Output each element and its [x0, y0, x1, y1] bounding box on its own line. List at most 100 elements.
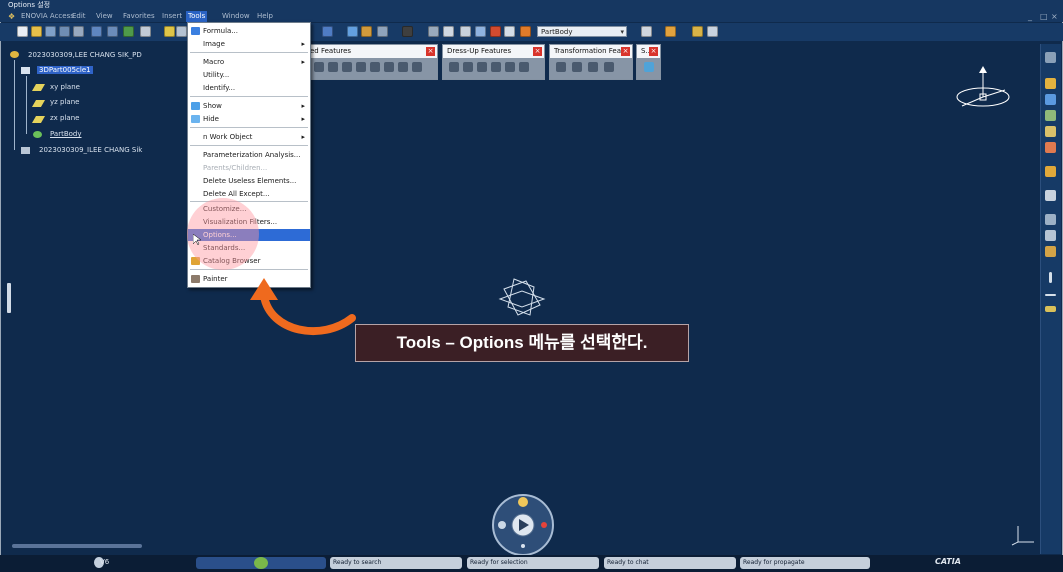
pattern-icon[interactable] [588, 62, 598, 72]
close-icon[interactable]: × [533, 47, 542, 56]
open-icon[interactable] [31, 26, 42, 37]
rib-icon[interactable] [384, 62, 394, 72]
menu-item-macro[interactable]: Macro ▸ [188, 56, 310, 68]
menu-edit[interactable]: Edit [72, 11, 86, 22]
menu-help[interactable]: Help [257, 11, 273, 22]
slot-icon[interactable] [398, 62, 408, 72]
line-tool-icon[interactable] [1045, 142, 1056, 153]
status-search[interactable]: Ready to search [330, 557, 462, 569]
menu-item-utility[interactable]: Utility... [188, 69, 310, 81]
menu-item-work-object[interactable]: n Work Object ▸ [188, 131, 310, 143]
hide-show-icon[interactable] [377, 26, 388, 37]
copy-icon[interactable] [73, 26, 84, 37]
positioned-sketch-icon[interactable] [1045, 94, 1056, 105]
fit-all-icon[interactable] [164, 26, 175, 37]
minimize-icon[interactable]: _ [1028, 12, 1032, 21]
shaft-icon[interactable] [342, 62, 352, 72]
normal-view-icon[interactable] [322, 26, 333, 37]
new-icon[interactable] [17, 26, 28, 37]
shell-icon[interactable] [491, 62, 501, 72]
views-icon[interactable] [347, 26, 358, 37]
plane-icon[interactable] [1045, 306, 1056, 312]
save-icon[interactable] [45, 26, 56, 37]
tree-icon[interactable] [475, 26, 486, 37]
groove-icon[interactable] [356, 62, 366, 72]
point-tool-icon[interactable] [1045, 126, 1056, 137]
analysis-icon[interactable] [1045, 246, 1056, 257]
menu-item-hide[interactable]: Hide ▸ [188, 113, 310, 125]
knowledge-icon[interactable] [665, 26, 676, 37]
close-icon[interactable]: × [621, 47, 630, 56]
split-icon[interactable] [644, 62, 654, 72]
tree-collapse-handle[interactable] [7, 283, 11, 313]
mirror-icon[interactable] [572, 62, 582, 72]
undo-icon[interactable] [91, 26, 102, 37]
cut-icon[interactable] [59, 26, 70, 37]
redo-icon[interactable] [107, 26, 118, 37]
navigation-wheel-icon[interactable] [490, 492, 556, 558]
menu-item-formula[interactable]: Formula... [188, 25, 310, 37]
instantiate-icon[interactable] [520, 26, 531, 37]
menu-enovia[interactable]: ENOVIA Access [21, 11, 74, 22]
thread-icon[interactable] [519, 62, 529, 72]
catia-menu-icon[interactable]: ❖ [8, 11, 15, 22]
measure-icon[interactable] [443, 26, 454, 37]
close-icon[interactable]: × [426, 47, 435, 56]
scaling-icon[interactable] [604, 62, 614, 72]
menu-item-identify[interactable]: Identify... [188, 82, 310, 94]
define-object-icon[interactable] [490, 26, 501, 37]
restore-icon[interactable]: □ [1040, 12, 1048, 21]
body-selector[interactable]: PartBody ▾ [537, 26, 627, 37]
boolean-icon[interactable] [1045, 166, 1056, 177]
menu-item-parents-children[interactable]: Parents/Children... [188, 162, 310, 174]
tree-part-label[interactable]: 3DPart005cle1 [37, 66, 93, 74]
formula-icon[interactable] [692, 26, 703, 37]
fillet-icon[interactable] [449, 62, 459, 72]
annotation-icon[interactable] [1045, 214, 1056, 225]
menu-tools[interactable]: Tools [186, 11, 208, 22]
pocket-icon[interactable] [328, 62, 338, 72]
loft-icon[interactable] [412, 62, 422, 72]
capture-icon[interactable] [402, 26, 413, 37]
translate-icon[interactable] [556, 62, 566, 72]
pad-icon[interactable] [314, 62, 324, 72]
thickness-icon[interactable] [505, 62, 515, 72]
menu-item-delete-useless[interactable]: Delete Useless Elements... [188, 175, 310, 187]
text-icon[interactable] [1045, 230, 1056, 241]
compass-icon[interactable] [950, 64, 1012, 116]
status-propagate[interactable]: Ready for propagate [740, 557, 870, 569]
pan-icon[interactable] [176, 26, 187, 37]
close-icon[interactable]: × [649, 47, 658, 56]
menu-item-show[interactable]: Show ▸ [188, 100, 310, 112]
chamfer-icon[interactable] [463, 62, 473, 72]
menu-favorites[interactable]: Favorites [123, 11, 155, 22]
apply-material-icon[interactable] [641, 26, 652, 37]
tree-product-label[interactable]: 2023030309_ILEE CHANG Sik [39, 146, 142, 154]
render-style-icon[interactable] [361, 26, 372, 37]
constraint-icon[interactable] [1045, 190, 1056, 201]
tree-zx-plane[interactable]: zx plane [50, 114, 79, 122]
axis-icon[interactable] [460, 26, 471, 37]
help-icon[interactable] [140, 26, 151, 37]
plane-tool-icon[interactable] [1045, 110, 1056, 121]
status-selection[interactable]: Ready for selection [467, 557, 599, 569]
tree-partbody[interactable]: PartBody [50, 130, 82, 138]
settings-icon[interactable] [1045, 52, 1056, 63]
point-icon[interactable] [1049, 272, 1052, 283]
status-chat[interactable]: Ready to chat [604, 557, 736, 569]
menu-insert[interactable]: Insert [162, 11, 182, 22]
line-icon[interactable] [1045, 294, 1056, 296]
update-icon[interactable] [428, 26, 439, 37]
swap-icon[interactable] [504, 26, 515, 37]
law-icon[interactable] [707, 26, 718, 37]
menu-item-image[interactable]: Image ▸ [188, 38, 310, 50]
tree-xy-plane[interactable]: xy plane [50, 83, 80, 91]
sketch-icon[interactable] [1045, 78, 1056, 89]
draft-icon[interactable] [477, 62, 487, 72]
tree-root-label[interactable]: 2023030309,LEE CHANG SIK_PD [28, 51, 142, 59]
horizontal-scrollbar[interactable] [12, 544, 142, 548]
menu-item-delete-all-except[interactable]: Delete All Except... [188, 188, 310, 200]
hole-icon[interactable] [370, 62, 380, 72]
menu-view[interactable]: View [96, 11, 113, 22]
menu-item-parameterization[interactable]: Parameterization Analysis... [188, 149, 310, 161]
